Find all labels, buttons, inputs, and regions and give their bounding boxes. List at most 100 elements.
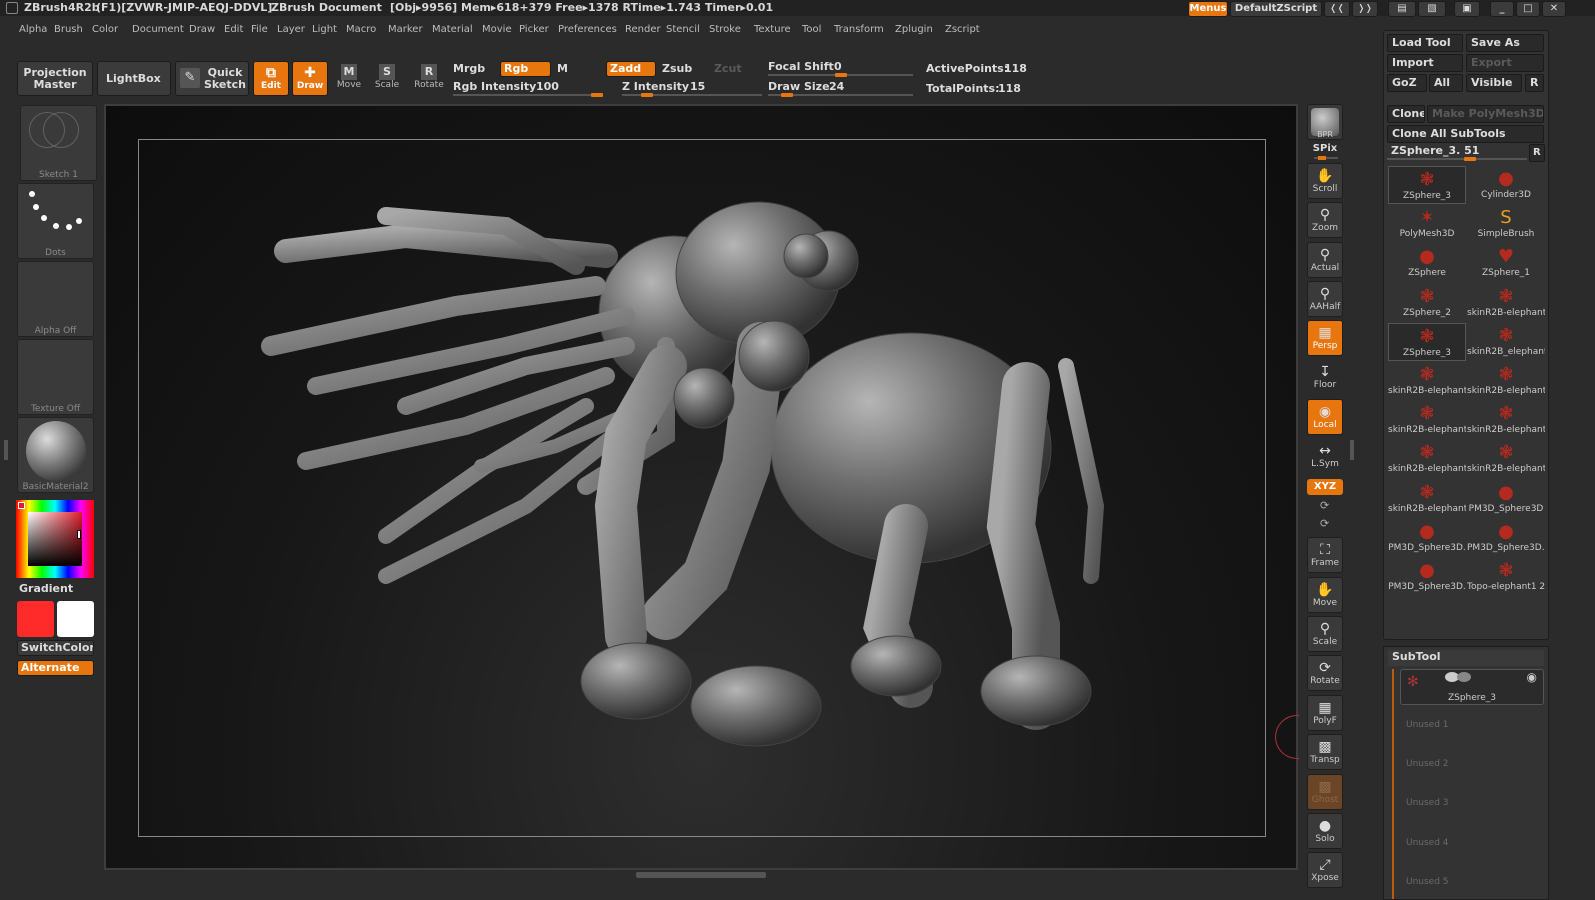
xyz-button[interactable]: XYZ xyxy=(1307,479,1343,495)
subtool-eye-icon[interactable]: ◉ xyxy=(1527,670,1537,684)
menu-color[interactable]: Color xyxy=(92,20,118,40)
spix-knob[interactable] xyxy=(1318,156,1326,160)
scale-view-button[interactable]: ⚲ Scale xyxy=(1307,616,1343,652)
tool-item[interactable]: ♥ ZSphere_1 xyxy=(1467,244,1545,282)
subtool-unused-1[interactable]: Unused 1 xyxy=(1406,720,1449,730)
tool-item[interactable]: ❃ skinR2B-elephant xyxy=(1467,401,1545,439)
menu-draw[interactable]: Draw xyxy=(189,20,215,40)
tool-item[interactable]: ❃ skinR2B-elephant xyxy=(1467,284,1545,322)
material-thumbnail[interactable]: BasicMaterial2 xyxy=(17,417,94,493)
zadd-button[interactable]: Zadd xyxy=(606,61,656,77)
color-picker-cursor[interactable] xyxy=(77,530,81,539)
lock-icon[interactable]: ▣ xyxy=(1454,1,1480,17)
alternate-button[interactable]: Alternate xyxy=(17,660,94,676)
tool-item[interactable]: ● ZSphere xyxy=(1388,244,1466,282)
color-picker-square[interactable] xyxy=(28,512,82,566)
draw-size-slider[interactable] xyxy=(768,93,913,97)
z-intensity-slider[interactable] xyxy=(622,93,762,97)
rotate-button[interactable]: R Rotate xyxy=(413,62,445,96)
menu-render[interactable]: Render xyxy=(625,20,661,40)
menu-brush[interactable]: Brush xyxy=(54,20,83,40)
frame-button[interactable]: ⛶ Frame xyxy=(1307,537,1343,573)
alpha-thumbnail[interactable]: Alpha Off xyxy=(17,261,94,337)
tool-item[interactable]: ❃ skinR2B-elephant xyxy=(1388,362,1466,400)
tool-r-button[interactable]: R xyxy=(1529,144,1545,162)
gradient-label[interactable]: Gradient xyxy=(19,582,73,595)
menu-alpha[interactable]: Alpha xyxy=(19,20,47,40)
main-color-swatch[interactable] xyxy=(17,601,54,637)
menu-file[interactable]: File xyxy=(251,20,268,40)
tool-item[interactable]: ● PM3D_Sphere3D. xyxy=(1388,558,1466,596)
transp-button[interactable]: ▩ Transp xyxy=(1307,734,1343,770)
xpose-button[interactable]: ⤢ Xpose xyxy=(1307,852,1343,888)
subtool-scrollbar[interactable] xyxy=(1392,669,1394,899)
lsym-button[interactable]: ↔ L.Sym xyxy=(1307,439,1343,475)
m-button[interactable]: M xyxy=(557,62,568,75)
bottom-tray-handle[interactable] xyxy=(636,872,766,878)
tool-item[interactable]: ● PM3D_Sphere3D. xyxy=(1388,519,1466,557)
color-picker[interactable] xyxy=(16,500,94,578)
zsub-button[interactable]: Zsub xyxy=(662,62,692,75)
local-button[interactable]: ◉ Local xyxy=(1307,399,1343,435)
save-as-button[interactable]: Save As xyxy=(1466,34,1544,52)
subtool-unused-4[interactable]: Unused 4 xyxy=(1406,838,1449,848)
menu-stencil[interactable]: Stencil xyxy=(666,20,700,40)
stroke-thumbnail[interactable]: Dots xyxy=(17,183,94,259)
tool-item[interactable]: ❃ Topo-elephant1 2 xyxy=(1467,558,1545,596)
menu-picker[interactable]: Picker xyxy=(519,20,549,40)
sketch-thumbnail[interactable]: Sketch 1 xyxy=(20,105,97,181)
clone-button[interactable]: Clone xyxy=(1387,105,1425,123)
menu-transform[interactable]: Transform xyxy=(834,20,884,40)
ghost-button[interactable]: ▩ Ghost xyxy=(1307,774,1343,810)
menu-macro[interactable]: Macro xyxy=(346,20,376,40)
menu-zscript[interactable]: Zscript xyxy=(945,20,980,40)
scroll-right-icon[interactable]: ❭❭ xyxy=(1352,1,1378,17)
rgb-intensity-slider[interactable] xyxy=(453,93,603,97)
current-tool-slider[interactable] xyxy=(1387,157,1527,161)
menu-preferences[interactable]: Preferences xyxy=(558,20,617,40)
tool-item[interactable]: S SimpleBrush xyxy=(1467,205,1545,243)
bpr-button[interactable]: BPR xyxy=(1307,104,1343,140)
tool-item[interactable]: ❃ ZSphere_2 xyxy=(1388,284,1466,322)
actual-button[interactable]: ⚲ Actual xyxy=(1307,242,1343,278)
scroll-left-icon[interactable]: ❬❬ xyxy=(1324,1,1350,17)
tool-item[interactable]: ❃ skinR2B-elephant xyxy=(1388,401,1466,439)
close-icon[interactable]: ✕ xyxy=(1542,1,1566,17)
tool-item[interactable]: ❃ skinR2B_elephant xyxy=(1467,323,1545,361)
zoom-button[interactable]: ⚲ Zoom xyxy=(1307,202,1343,238)
projection-master-button[interactable]: Projection Master xyxy=(17,61,93,96)
tool-item[interactable]: ❃skinR2B-elephant 2 xyxy=(1467,440,1545,478)
layout-alt-icon[interactable]: ▧ xyxy=(1418,1,1446,17)
spix-label[interactable]: SPix xyxy=(1307,143,1343,154)
layout-icon[interactable]: ▤ xyxy=(1388,1,1416,17)
menu-material[interactable]: Material xyxy=(432,20,473,40)
lightbox-button[interactable]: LightBox xyxy=(97,61,171,96)
tool-item[interactable]: ● Cylinder3D xyxy=(1467,166,1545,204)
z-intensity-knob[interactable] xyxy=(641,93,653,97)
focal-shift-slider[interactable] xyxy=(768,73,913,77)
tool-item[interactable]: ❃ skinR2B-elephant xyxy=(1467,362,1545,400)
rotate-y-icon[interactable]: ⟳ xyxy=(1320,499,1329,512)
canvas[interactable] xyxy=(106,106,1296,868)
import-button[interactable]: Import xyxy=(1387,54,1463,72)
rgb-button[interactable]: Rgb xyxy=(500,61,551,77)
floor-button[interactable]: ↧ Floor xyxy=(1307,360,1343,396)
rotate-z-icon[interactable]: ⟳ xyxy=(1320,517,1329,530)
subtool-unused-3[interactable]: Unused 3 xyxy=(1406,798,1449,808)
load-tool-button[interactable]: Load Tool xyxy=(1387,34,1463,52)
visible-button[interactable]: Visible xyxy=(1466,74,1522,92)
switch-color-button[interactable]: SwitchColor xyxy=(17,640,94,656)
spix-slider[interactable] xyxy=(1314,156,1338,160)
menu-edit[interactable]: Edit xyxy=(224,20,243,40)
draw-size-knob[interactable] xyxy=(781,93,793,97)
minimize-icon[interactable]: _ xyxy=(1490,1,1514,17)
aahalf-button[interactable]: ⚲ AAHalf xyxy=(1307,281,1343,317)
right-tray-handle[interactable] xyxy=(1350,440,1354,460)
subtool-polypaint-dot-icon[interactable] xyxy=(1457,672,1471,682)
menus-button[interactable]: Menus xyxy=(1188,1,1228,17)
persp-button[interactable]: ▦ Persp xyxy=(1307,320,1343,356)
make-polymesh-button[interactable]: Make PolyMesh3D xyxy=(1427,105,1544,123)
menu-texture[interactable]: Texture xyxy=(754,20,791,40)
solo-button[interactable]: ● Solo xyxy=(1307,813,1343,849)
clone-all-subtools-button[interactable]: Clone All SubTools xyxy=(1387,125,1544,143)
